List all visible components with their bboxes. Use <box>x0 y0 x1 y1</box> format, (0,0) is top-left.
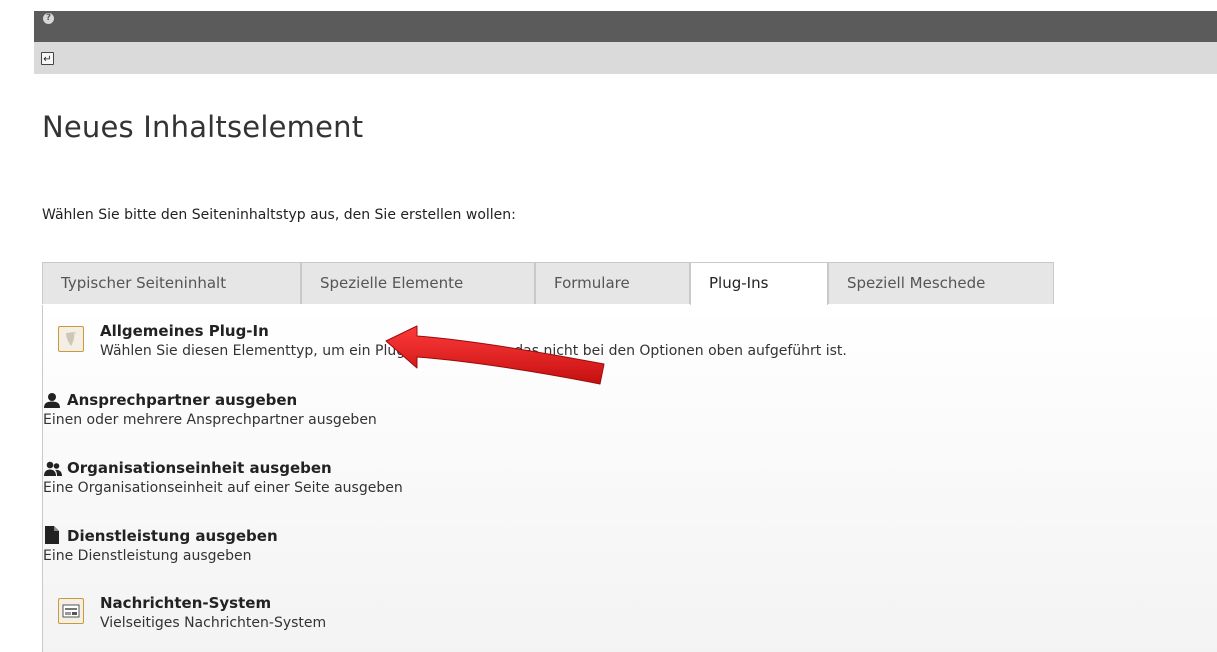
tab-formulare[interactable]: Formulare <box>535 262 690 304</box>
help-icon[interactable]: ? <box>43 13 54 24</box>
tab-plug-ins[interactable]: Plug-Ins <box>690 262 828 306</box>
document-toolbar: ↵ <box>34 42 1217 74</box>
group-icon <box>44 461 62 476</box>
person-icon <box>44 393 60 408</box>
return-icon[interactable]: ↵ <box>41 52 54 65</box>
item-title[interactable]: Organisationseinheit ausgeben <box>67 459 332 477</box>
page-title: Neues Inhaltselement <box>42 110 364 144</box>
top-toolbar: ? <box>34 11 1217 42</box>
tab-bar: Typischer Seiteninhalt Spezielle Element… <box>42 262 1217 306</box>
item-description: Eine Organisationseinheit auf einer Seit… <box>43 480 403 496</box>
tab-typischer-seiteninhalt[interactable]: Typischer Seiteninhalt <box>42 262 301 304</box>
intro-text: Wählen Sie bitte den Seiteninhaltstyp au… <box>42 207 516 223</box>
item-title[interactable]: Dienstleistung ausgeben <box>67 527 278 545</box>
news-icon <box>58 598 84 624</box>
item-title[interactable]: Ansprechpartner ausgeben <box>67 391 297 409</box>
plugin-list-panel: Allgemeines Plug-In Wählen Sie diesen El… <box>42 305 1217 652</box>
tab-spezielle-elemente[interactable]: Spezielle Elemente <box>301 262 535 304</box>
item-title[interactable]: Allgemeines Plug-In <box>100 322 269 340</box>
item-description: Einen oder mehrere Ansprechpartner ausge… <box>43 412 377 428</box>
item-title[interactable]: Nachrichten-System <box>100 594 271 612</box>
item-description: Wählen Sie diesen Elementtyp, um ein Plu… <box>100 343 847 359</box>
item-description: Vielseitiges Nachrichten-System <box>100 615 327 631</box>
document-icon <box>45 526 59 544</box>
tab-speziell-meschede[interactable]: Speziell Meschede <box>828 262 1054 304</box>
item-description: Eine Dienstleistung ausgeben <box>43 548 252 564</box>
typo3-plugin-icon <box>58 326 84 352</box>
